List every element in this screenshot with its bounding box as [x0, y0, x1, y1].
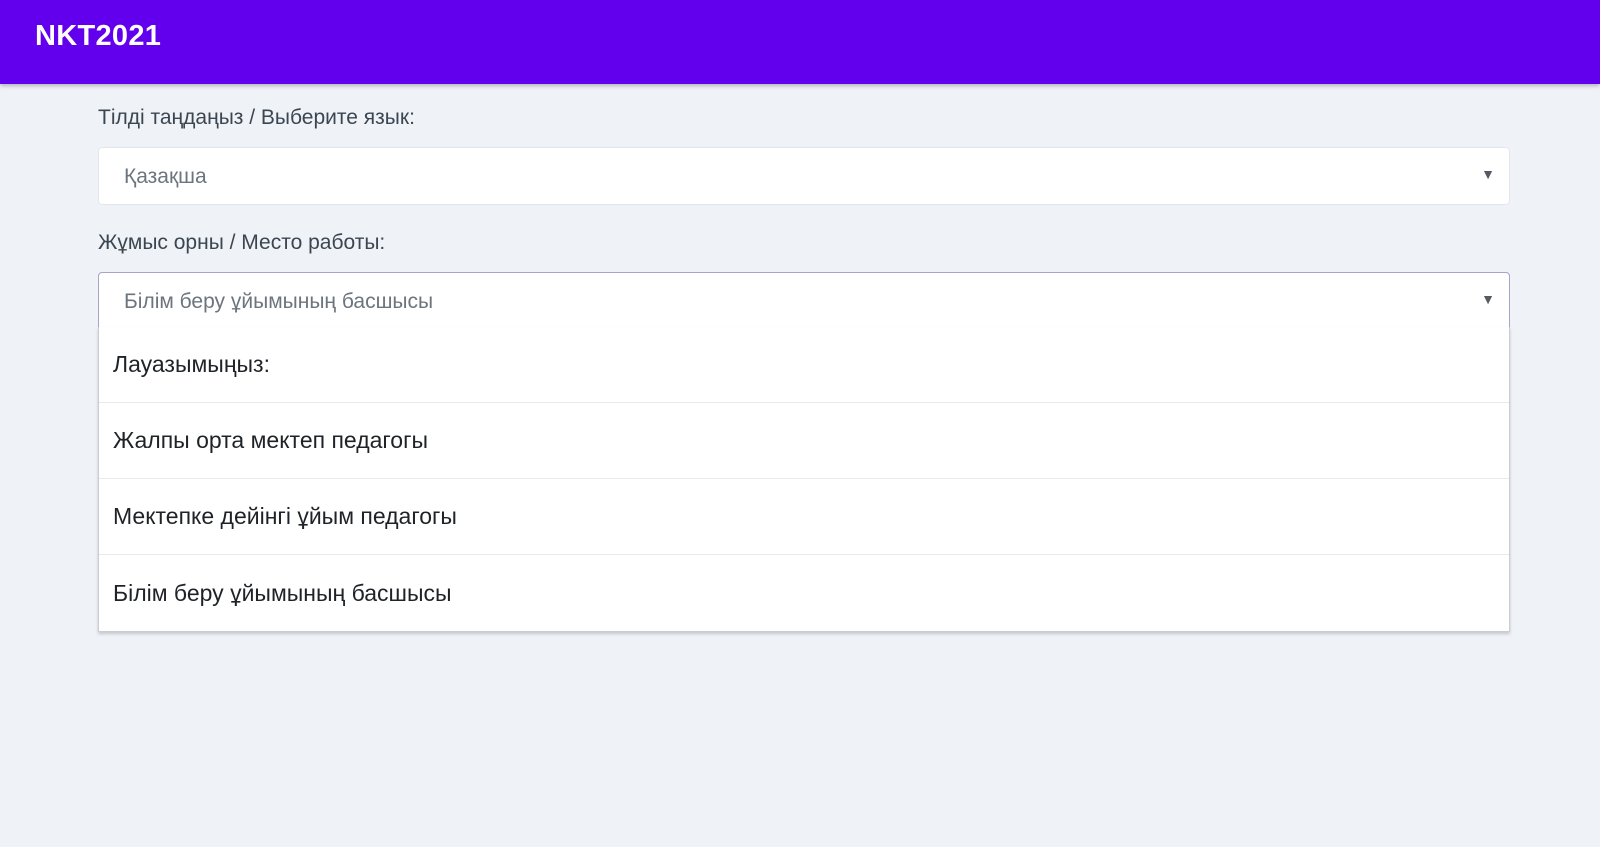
- app-title: NKT2021: [35, 20, 162, 52]
- caret-down-icon: ▼: [1481, 166, 1495, 182]
- workplace-label: Жұмыс орны / Место работы:: [98, 231, 386, 254]
- language-label: Тілді таңдаңыз / Выберите язык:: [98, 106, 415, 129]
- caret-down-icon: ▼: [1481, 291, 1495, 307]
- language-select[interactable]: Қазақша ▼: [98, 147, 1510, 205]
- dropdown-option-school-teacher[interactable]: Жалпы орта мектеп педагогы: [99, 403, 1509, 479]
- dropdown-option-preschool-teacher[interactable]: Мектепке дейінгі ұйым педагогы: [99, 479, 1509, 555]
- workplace-dropdown-list: Лауазымыңыз: Жалпы орта мектеп педагогы …: [98, 327, 1510, 632]
- top-app-bar: NKT2021: [0, 0, 1600, 84]
- dropdown-option-organization-head[interactable]: Білім беру ұйымының басшысы: [99, 555, 1509, 631]
- workplace-select[interactable]: Білім беру ұйымының басшысы ▼: [98, 272, 1510, 330]
- workplace-select-value: Білім беру ұйымының басшысы: [124, 290, 434, 313]
- language-select-value: Қазақша: [124, 165, 207, 188]
- dropdown-option-placeholder[interactable]: Лауазымыңыз:: [99, 327, 1509, 403]
